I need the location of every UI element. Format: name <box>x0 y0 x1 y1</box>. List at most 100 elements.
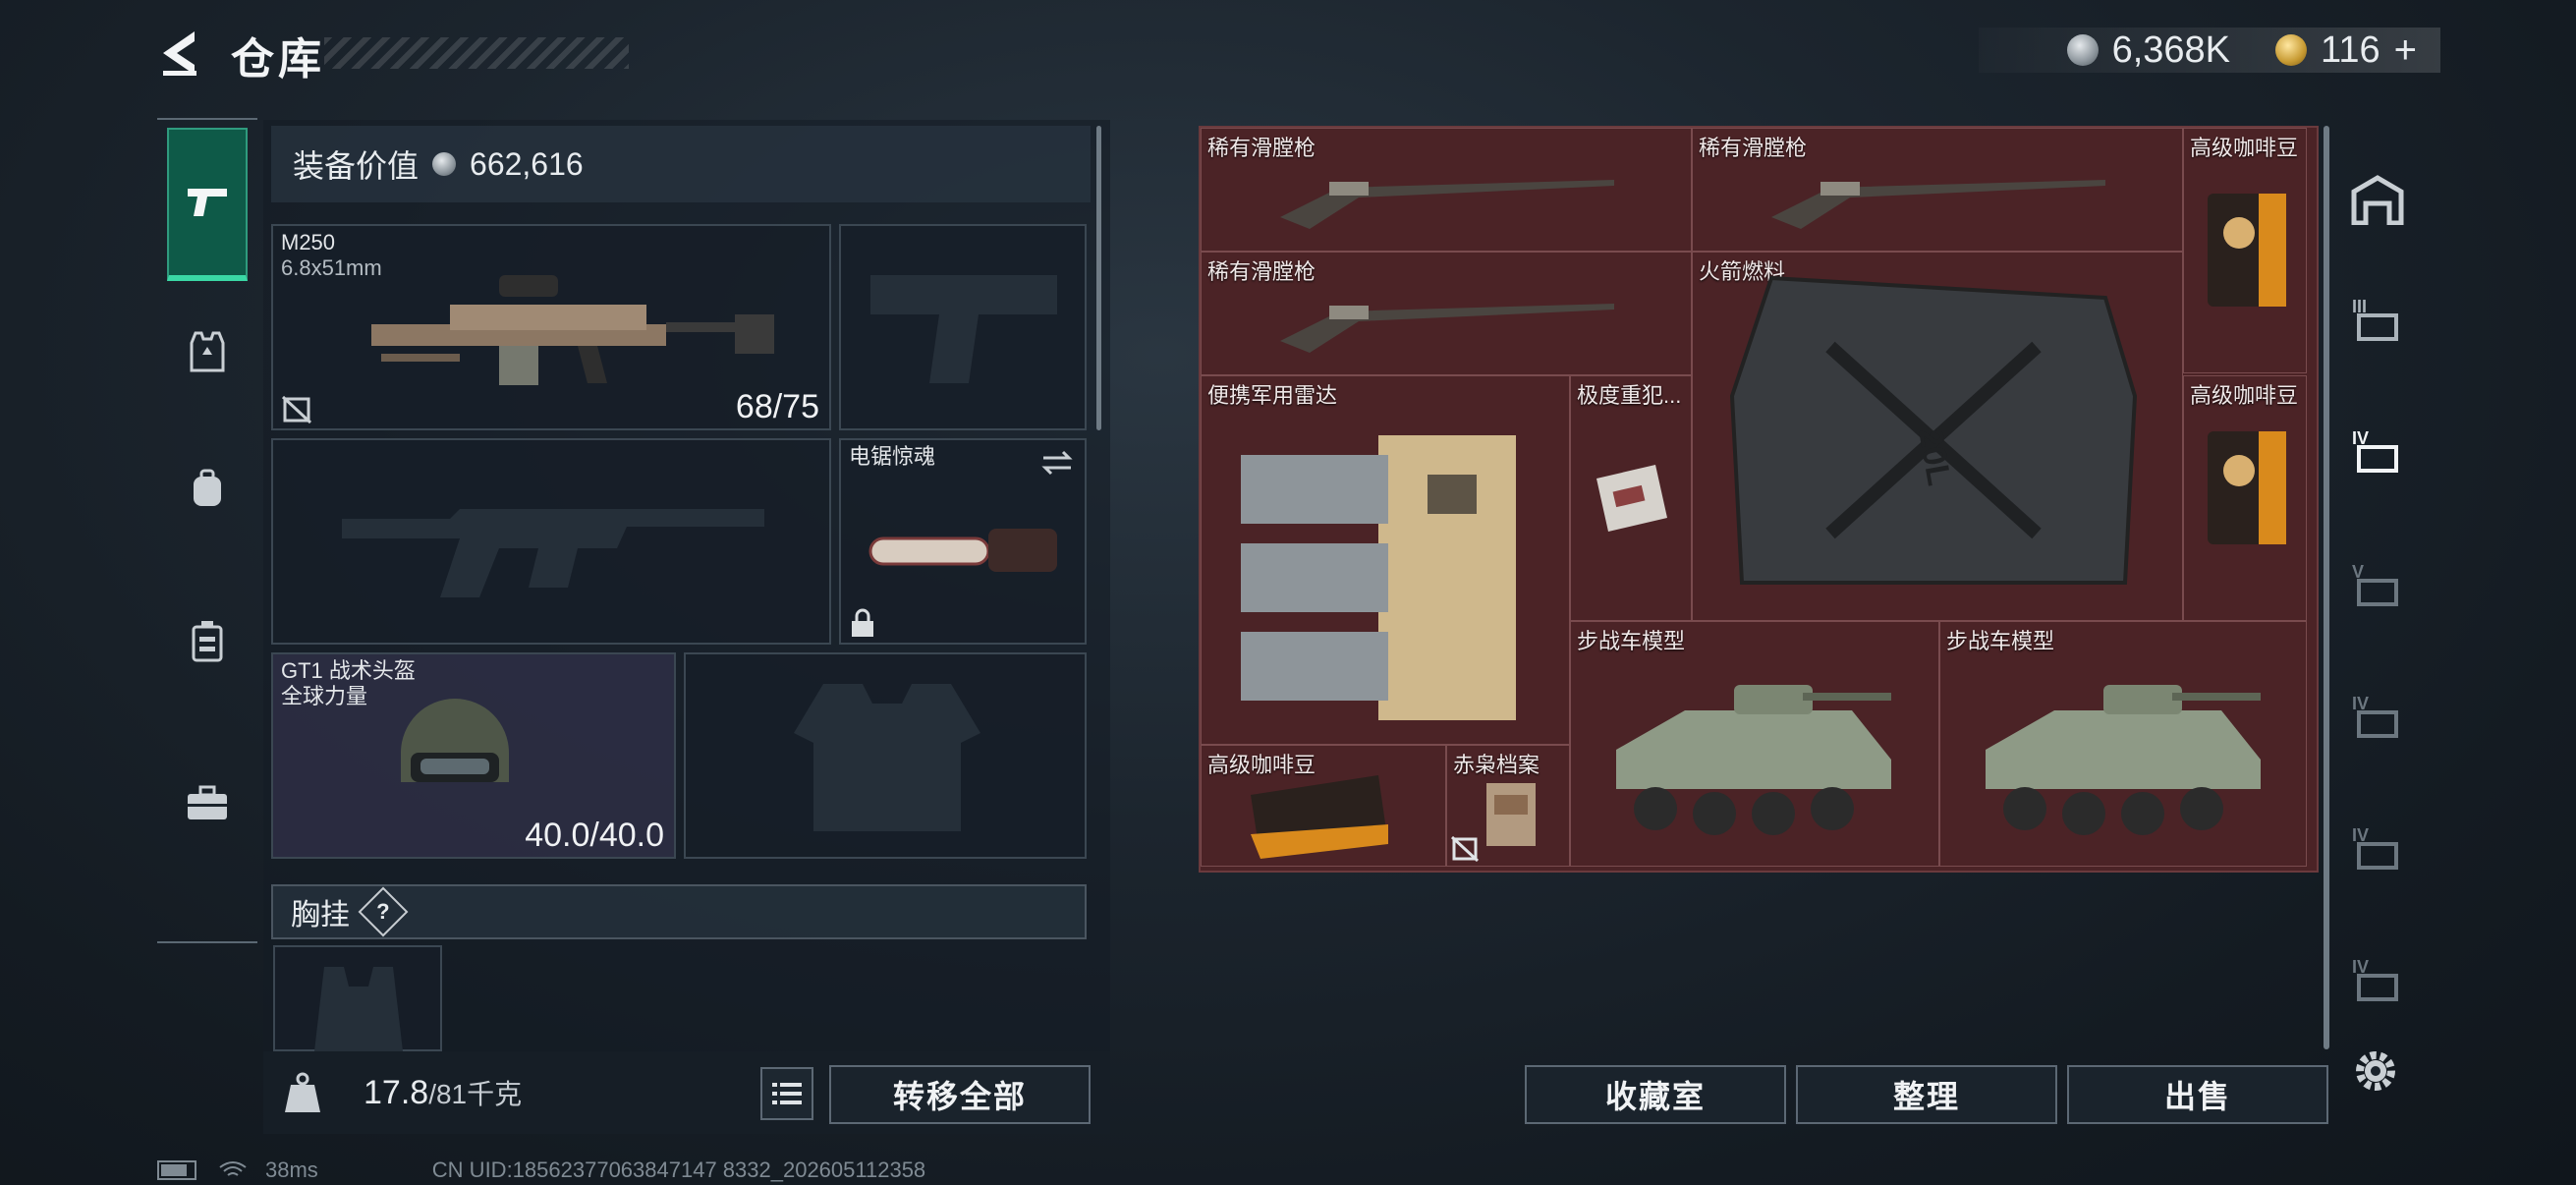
item-label: 高级咖啡豆 <box>2190 136 2299 160</box>
weapon-name: M250 <box>281 230 336 254</box>
weapon-durability: 68/75 <box>735 388 819 425</box>
chest-rig-silhouette-icon <box>314 967 403 1051</box>
wifi-icon <box>219 1161 247 1176</box>
user-uid: CN UID:18562377063847147 8332_2026051123… <box>431 1157 926 1182</box>
nav-armor[interactable] <box>167 307 248 395</box>
helmet-icon <box>401 699 509 782</box>
nav-safe-house[interactable] <box>2338 165 2417 234</box>
weight-max: /81千克 <box>428 1079 523 1109</box>
coffee-bag-icon <box>1251 775 1388 859</box>
transfer-all-button[interactable]: 转移全部 <box>829 1065 1091 1124</box>
storage-item-wanted-file[interactable]: 极度重犯... <box>1570 375 1692 621</box>
armored-vehicle-icon <box>1986 685 2261 835</box>
nav-case-tier-3[interactable]: III <box>2338 289 2417 358</box>
pistol-slot[interactable] <box>839 224 1087 430</box>
silver-coin-icon <box>432 152 457 176</box>
toolbox-icon <box>188 785 227 819</box>
nav-case-tier-4-active[interactable]: IV <box>2338 421 2417 489</box>
settings-gear-icon[interactable] <box>2348 1044 2403 1099</box>
chest-rig-header: 胸挂 ? <box>271 884 1087 939</box>
equipment-value-label: 装备价值 <box>293 148 420 184</box>
title-decoration <box>324 37 629 69</box>
chest-rig-label: 胸挂 <box>291 899 350 931</box>
coffee-bag-icon <box>2208 194 2286 307</box>
page-title: 仓库 <box>231 35 325 84</box>
list-view-button[interactable] <box>760 1067 813 1120</box>
storage-item-musket[interactable]: 稀有滑膛枪 <box>1692 128 2183 252</box>
storage-scrollbar[interactable] <box>2324 126 2329 1049</box>
armored-vehicle-icon <box>1616 685 1891 835</box>
storage-item-rocket-fuel[interactable]: 火箭燃料 20L <box>1692 252 2183 621</box>
rifle-silhouette-icon <box>342 509 764 597</box>
pistol-icon <box>188 189 227 216</box>
storage-item-musket[interactable]: 稀有滑膛枪 <box>1201 252 1692 375</box>
list-icon <box>772 1083 802 1104</box>
not-insured-icon <box>281 395 312 424</box>
armor-silhouette-icon <box>794 684 980 831</box>
storage-item-coffee-beans[interactable]: 高级咖啡豆 <box>2183 375 2307 621</box>
musket-icon <box>1280 304 1614 353</box>
nav-backpack[interactable] <box>167 444 248 533</box>
chest-rig-slot[interactable] <box>273 945 442 1051</box>
chainsaw-icon <box>868 529 1057 572</box>
carry-weight: 17.8/81千克 <box>364 1073 522 1112</box>
organize-button[interactable]: 整理 <box>1796 1065 2057 1124</box>
storage-item-ifv-model[interactable]: 步战车模型 <box>1939 621 2307 867</box>
gold-coin-icon <box>2275 34 2308 66</box>
pistol-silhouette-icon <box>870 275 1057 383</box>
equipment-value: 662,616 <box>470 145 584 182</box>
musket-icon <box>1280 180 1614 229</box>
primary-weapon-slot[interactable]: M250 6.8x51mm 68/75 <box>271 224 831 430</box>
silver-coin-icon <box>2066 34 2099 66</box>
nav-weapons[interactable] <box>167 128 248 281</box>
archive-folder-icon <box>1486 783 1536 846</box>
back-button[interactable] <box>155 28 204 79</box>
nav-case-tier-5[interactable]: V <box>2338 554 2417 623</box>
battery-icon <box>157 1160 196 1180</box>
storage-item-archive[interactable]: 赤枭档案 <box>1446 745 1570 867</box>
back-arrow-icon <box>163 31 196 76</box>
storage-item-coffee-beans[interactable]: 高级咖啡豆 <box>1201 745 1446 867</box>
jerrycan-icon: 20L <box>1729 275 2138 585</box>
melee-slot[interactable]: 电锯惊魂 <box>839 438 1087 645</box>
safe-house-icon <box>2351 175 2404 225</box>
item-label: 便携军用雷达 <box>1207 383 1338 408</box>
backpack-icon <box>194 469 221 506</box>
sell-button[interactable]: 出售 <box>2067 1065 2328 1124</box>
help-icon[interactable]: ? <box>358 886 409 937</box>
equipment-scrollbar[interactable] <box>1096 126 1101 430</box>
storage-grid: 稀有滑膛枪 稀有滑膛枪 高级咖啡豆 稀有滑膛枪 火箭燃料 20L 高级咖啡豆 便… <box>1199 126 2319 873</box>
right-storage-nav: III IV V IV IV IV <box>2338 126 2417 1010</box>
swap-icon[interactable] <box>1039 448 1075 478</box>
storage-item-portable-radar[interactable]: 便携军用雷达 <box>1201 375 1570 745</box>
melee-name: 电锯惊魂 <box>849 444 936 469</box>
ping-value: 38ms <box>265 1157 318 1182</box>
item-label: 步战车模型 <box>1946 629 2055 653</box>
item-label: 高级咖啡豆 <box>2190 383 2299 408</box>
armor-vest-icon <box>190 331 225 372</box>
nav-toolbox[interactable] <box>167 759 248 847</box>
chest-rig-icon <box>192 621 223 662</box>
nav-chest-rig[interactable] <box>167 597 248 686</box>
coffee-bag-icon <box>2208 431 2286 544</box>
body-armor-slot[interactable] <box>684 652 1087 859</box>
storage-item-musket[interactable]: 稀有滑膛枪 <box>1201 128 1692 252</box>
gold-add-button[interactable]: + <box>2394 28 2417 73</box>
storage-item-coffee-beans[interactable]: 高级咖啡豆 <box>2183 128 2307 373</box>
nav-case-tier-4[interactable]: IV <box>2338 686 2417 755</box>
helmet-slot[interactable]: GT1 战术头盔 全球力量 40.0/40.0 <box>271 652 676 859</box>
nav-case-tier-4[interactable]: IV <box>2338 818 2417 886</box>
secondary-weapon-slot[interactable] <box>271 438 831 645</box>
collection-room-button[interactable]: 收藏室 <box>1525 1065 1786 1124</box>
helmet-durability: 40.0/40.0 <box>525 817 664 854</box>
machine-gun-icon <box>371 275 774 385</box>
storage-item-ifv-model[interactable]: 步战车模型 <box>1570 621 1939 867</box>
item-label: 极度重犯... <box>1577 383 1682 408</box>
currency-bar: 6,368K 116 + <box>1979 28 2440 73</box>
equipment-value-bar: 装备价值 662,616 <box>271 126 1091 202</box>
nav-case-tier-4[interactable]: IV <box>2338 949 2417 1018</box>
weight-current: 17.8 <box>364 1074 429 1111</box>
gold-amount: 116 <box>2321 28 2380 71</box>
item-label: 步战车模型 <box>1577 629 1686 653</box>
weight-icon <box>285 1072 320 1112</box>
